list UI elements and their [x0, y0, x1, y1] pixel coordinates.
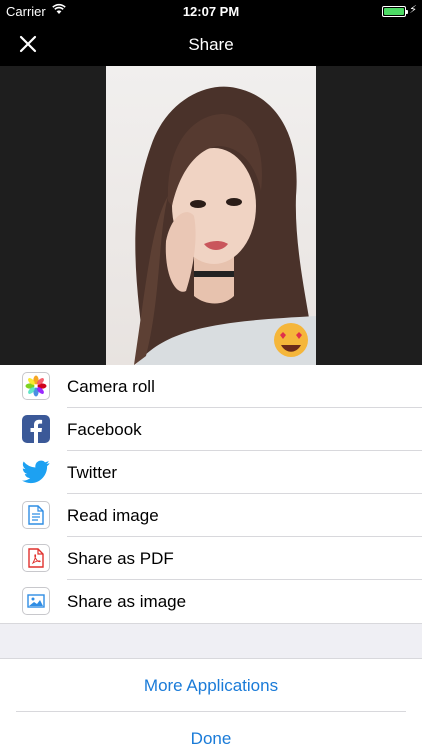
- photos-icon: [22, 372, 50, 400]
- share-sheet: Camera roll Facebook Twitter Read image: [0, 365, 422, 750]
- pdf-icon: [22, 544, 50, 572]
- done-button[interactable]: Done: [0, 712, 422, 750]
- more-applications-button[interactable]: More Applications: [0, 659, 422, 712]
- sheet-actions: More Applications Done: [0, 659, 422, 750]
- facebook-icon: [22, 415, 50, 443]
- twitter-icon: [22, 458, 50, 486]
- share-option-image[interactable]: Share as image: [0, 580, 422, 623]
- document-icon: [22, 501, 50, 529]
- navigation-bar: Share: [0, 22, 422, 66]
- image-icon: [22, 587, 50, 615]
- status-bar: Carrier 12:07 PM ⚡: [0, 0, 422, 22]
- share-option-label: Twitter: [67, 463, 118, 482]
- shared-photo: [106, 66, 316, 365]
- image-preview: [0, 66, 422, 365]
- battery-icon: [382, 6, 408, 17]
- share-option-facebook[interactable]: Facebook: [0, 408, 422, 451]
- share-options-list: Camera roll Facebook Twitter Read image: [0, 365, 422, 623]
- charging-icon: ⚡: [409, 4, 417, 16]
- share-option-twitter[interactable]: Twitter: [0, 451, 422, 494]
- section-divider: [0, 623, 422, 659]
- share-option-read-image[interactable]: Read image: [0, 494, 422, 537]
- share-option-label: Read image: [67, 506, 159, 525]
- share-option-label: Share as image: [67, 592, 187, 611]
- share-option-label: Camera roll: [67, 377, 155, 396]
- share-option-pdf[interactable]: Share as PDF: [0, 537, 422, 580]
- share-option-camera-roll[interactable]: Camera roll: [0, 365, 422, 408]
- share-option-label: Facebook: [67, 420, 142, 439]
- clock: 12:07 PM: [182, 4, 240, 19]
- page-title: Share: [188, 35, 234, 54]
- share-option-label: Share as PDF: [67, 549, 174, 568]
